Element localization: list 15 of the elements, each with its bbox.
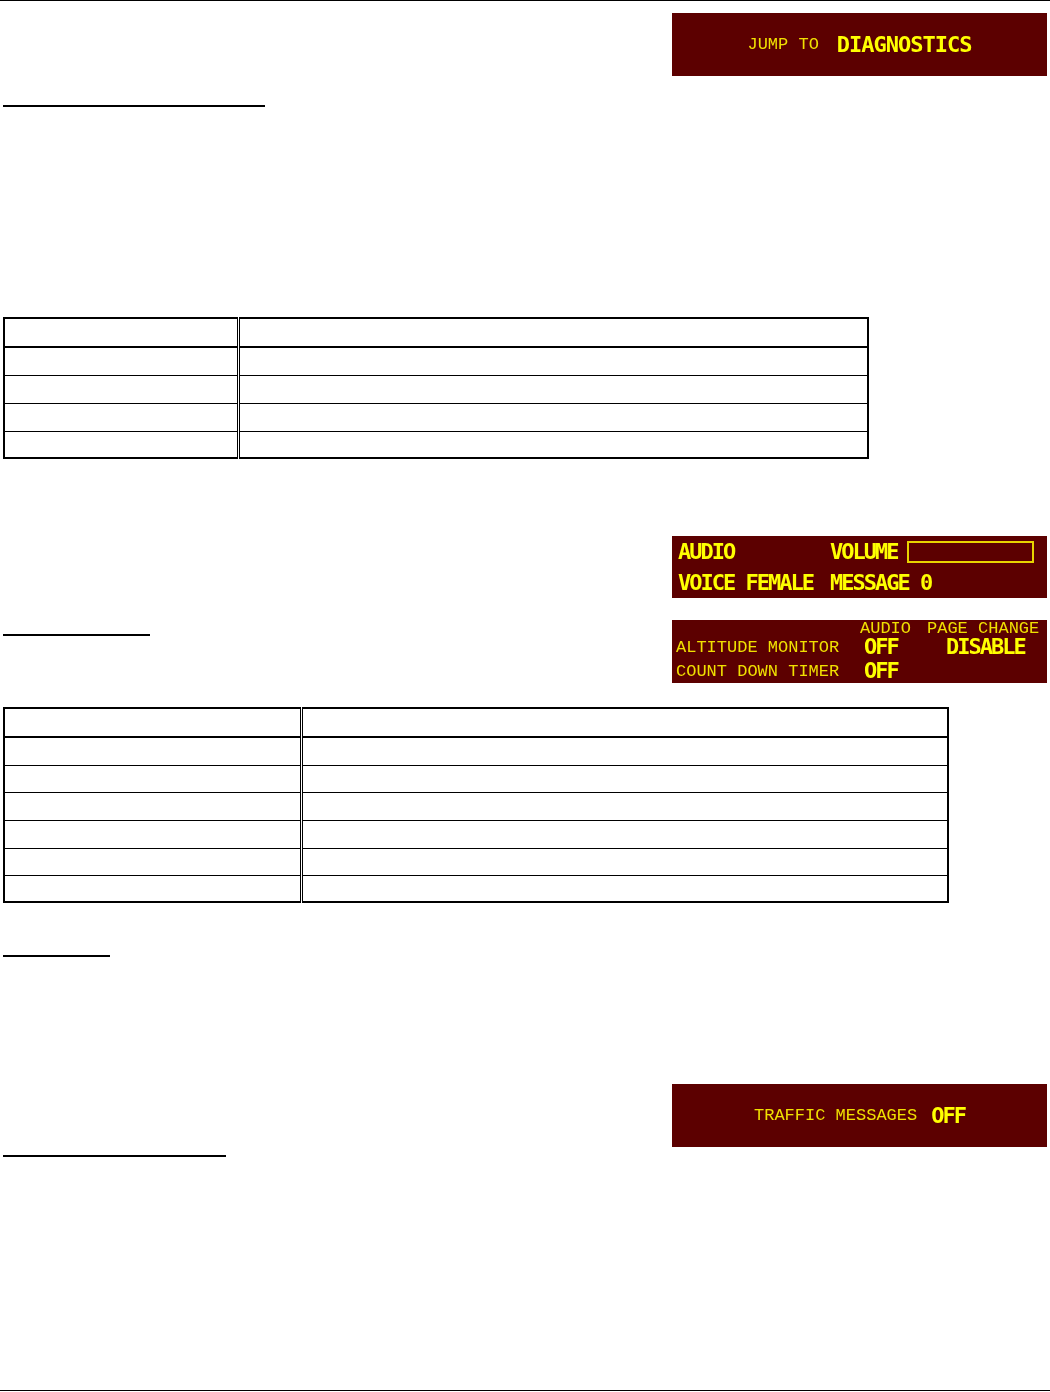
page-change-column-header: PAGE CHANGE bbox=[927, 620, 1040, 637]
setting-label: ALTITUDE MONITOR bbox=[676, 638, 841, 656]
destination-value: DIAGNOSTICS bbox=[836, 33, 972, 56]
traffic-label: TRAFFIC MESSAGES bbox=[754, 1107, 918, 1124]
message-setting: MESSAGE 0 bbox=[830, 571, 933, 594]
volume-label: VOLUME bbox=[830, 540, 898, 563]
audio-column-header: AUDIO bbox=[860, 620, 911, 637]
audio-value: OFF bbox=[864, 636, 900, 658]
setting-label: COUNT DOWN TIMER bbox=[676, 662, 841, 680]
jump-label: JUMP TO bbox=[747, 36, 819, 53]
traffic-value: OFF bbox=[931, 1104, 965, 1127]
audio-value: OFF bbox=[864, 660, 900, 682]
voice-setting: VOICE FEMALE bbox=[678, 571, 815, 594]
page-change-value: DISABLE bbox=[946, 636, 1027, 658]
audio-title: AUDIO bbox=[678, 540, 736, 563]
